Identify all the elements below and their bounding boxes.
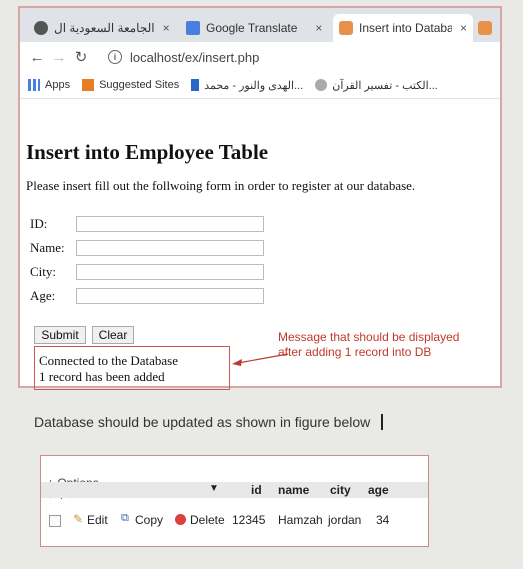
close-icon[interactable]: × — [315, 21, 322, 35]
bookmark-label: الكتب - تفسير القرآن... — [332, 79, 438, 92]
name-field[interactable] — [76, 240, 264, 256]
globe-icon — [34, 21, 48, 35]
header-name[interactable]: name — [278, 483, 309, 497]
tab-bar: الجامعة السعودية ال × Google Translate ×… — [20, 8, 500, 42]
bookmark-suggested-sites[interactable]: Suggested Sites — [82, 79, 179, 91]
tab-label: Google Translate — [206, 21, 298, 35]
edit-link[interactable]: Edit — [87, 513, 108, 527]
back-arrow-icon[interactable]: ← — [26, 49, 48, 66]
bookmark-label: Suggested Sites — [99, 79, 180, 91]
cell-city: jordan — [328, 513, 362, 527]
close-icon[interactable]: × — [163, 21, 170, 35]
bookmarks-bar: Apps Suggested Sites الهدى والنور - محمد… — [20, 72, 500, 99]
header-age[interactable]: age — [368, 483, 389, 497]
clear-button[interactable]: Clear — [92, 326, 134, 344]
field-label: City: — [30, 264, 57, 279]
header-id[interactable]: id — [251, 483, 262, 497]
cell-id: 12345 — [232, 513, 266, 527]
field-label: Age: — [30, 288, 56, 303]
pencil-icon: ✎ — [73, 512, 84, 526]
city-field[interactable] — [76, 264, 264, 280]
status-message-line2: 1 record has been added — [39, 369, 165, 384]
url-field[interactable]: i localhost/ex/insert.php — [108, 50, 259, 65]
status-message-line1: Connected to the Database — [39, 353, 178, 368]
cell-age: 34 — [376, 513, 390, 527]
sort-dropdown-icon[interactable]: ▼ — [209, 483, 219, 494]
text-cursor — [381, 414, 383, 430]
row-checkbox[interactable] — [49, 515, 61, 527]
caption-text: Database should be updated as shown in f… — [34, 414, 371, 430]
intro-text: Please insert fill out the follwoing for… — [26, 178, 416, 193]
suggested-sites-icon — [82, 79, 95, 91]
close-icon[interactable]: × — [460, 21, 467, 35]
form-row-id: ID: — [30, 216, 264, 232]
tab-google-translate[interactable]: Google Translate × — [180, 14, 330, 42]
tab-partial[interactable] — [478, 14, 498, 42]
bookmark-alhuda[interactable]: الهدى والنور - محمد... — [191, 79, 303, 92]
url-text: localhost/ex/insert.php — [130, 49, 260, 65]
page-title: Insert into Employee Table — [26, 140, 269, 164]
bookmark-label: الهدى والنور - محمد... — [204, 79, 304, 92]
copy-link[interactable]: Copy — [135, 513, 163, 527]
address-bar: ← → ↻ i localhost/ex/insert.php — [20, 42, 500, 72]
status-message-box: Connected to the Database 1 record has b… — [34, 346, 230, 390]
db-table-panel: + Options ←T→ ▼ id name city age ✎ Edit … — [40, 455, 429, 547]
bookmark-tafsir[interactable]: الكتب - تفسير القرآن... — [315, 79, 438, 92]
cell-name: Hamzah — [278, 513, 323, 527]
tab-saudi-university[interactable]: الجامعة السعودية ال × — [28, 14, 176, 42]
submit-button[interactable]: Submit — [34, 326, 86, 344]
info-icon: i — [108, 50, 122, 64]
header-city[interactable]: city — [330, 483, 351, 497]
forward-arrow-icon[interactable]: → — [48, 49, 70, 66]
bookmark-apps[interactable]: Apps — [28, 79, 70, 91]
annotation-note: Message that should be displayed after a… — [278, 330, 460, 359]
phpmyadmin-icon — [339, 21, 353, 35]
id-field[interactable] — [76, 216, 264, 232]
delete-icon — [175, 514, 186, 525]
age-field[interactable] — [76, 288, 264, 304]
form-row-age: Age: — [30, 288, 264, 304]
form-row-city: City: — [30, 264, 264, 280]
field-label: ID: — [30, 216, 48, 231]
reload-icon[interactable]: ↻ — [70, 48, 92, 66]
translate-icon — [186, 21, 200, 35]
copy-icon: ⧉ — [121, 512, 129, 524]
delete-link[interactable]: Delete — [190, 513, 225, 527]
apps-grid-icon — [28, 79, 40, 91]
tab-insert-database[interactable]: Insert into Databa × — [333, 14, 473, 42]
bookmark-label: Apps — [45, 79, 71, 91]
tab-label: الجامعة السعودية ال — [54, 21, 155, 35]
form-row-name: Name: — [30, 240, 264, 256]
tab-label: Insert into Databa — [359, 21, 452, 35]
bookmark-icon — [191, 79, 200, 91]
field-label: Name: — [30, 240, 65, 255]
bookmark-icon — [315, 79, 328, 91]
phpmyadmin-icon — [478, 21, 492, 35]
